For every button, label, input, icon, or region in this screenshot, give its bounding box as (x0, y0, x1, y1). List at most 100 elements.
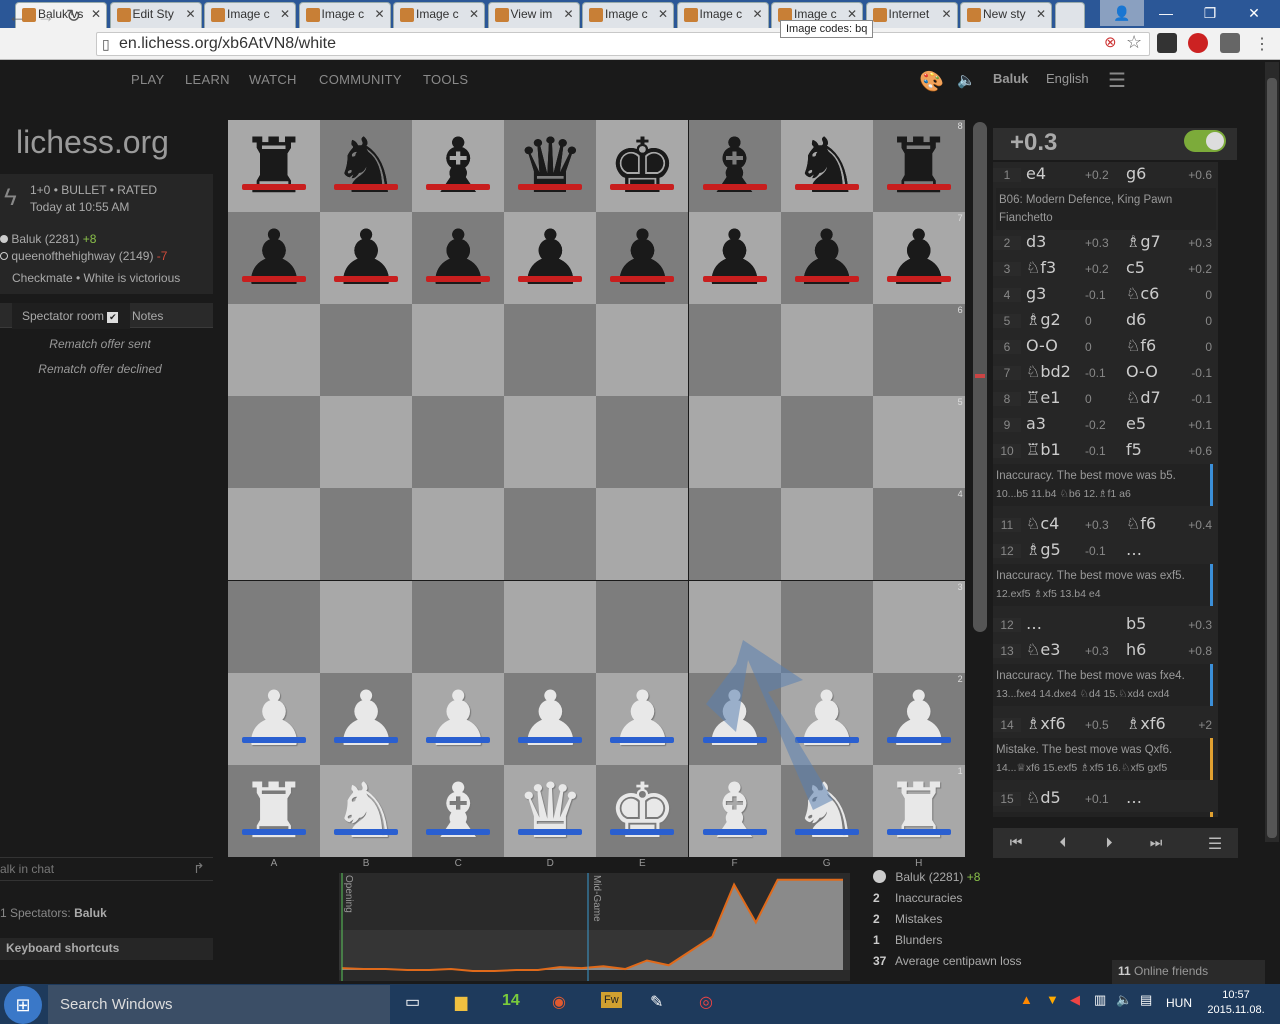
site-logo[interactable]: lichess.org (16, 124, 169, 161)
nav-community[interactable]: COMMUNITY (319, 72, 402, 87)
board-square[interactable] (504, 580, 597, 673)
browser-tab[interactable]: Edit Sty ✕ (109, 2, 202, 28)
board-square[interactable]: ♞ (320, 120, 413, 212)
board-square[interactable] (688, 396, 781, 489)
input-language[interactable]: HUN (1166, 996, 1192, 1010)
black-pawn-icon[interactable]: ♟ (781, 212, 873, 304)
board-square[interactable] (320, 304, 413, 397)
board-square[interactable] (228, 580, 320, 673)
black-move[interactable]: ♘d7 (1126, 388, 1161, 407)
file-explorer-icon[interactable]: ▆ (455, 992, 467, 1012)
back-icon[interactable]: ← (8, 6, 26, 27)
white-move[interactable]: ♘bd2 (1026, 362, 1071, 381)
address-bar[interactable]: ▯ en.lichess.org/xb6AtVN8/white (96, 32, 1150, 56)
reload-icon[interactable]: ↻ (66, 6, 81, 27)
board-square[interactable] (596, 396, 689, 489)
gimp-icon[interactable]: ✎ (650, 992, 663, 1012)
white-move[interactable]: ♗g5 (1026, 540, 1061, 559)
white-move[interactable]: d3 (1026, 232, 1046, 251)
white-move[interactable]: O-O (1026, 336, 1058, 355)
black-knight-icon[interactable]: ♞ (781, 120, 873, 212)
white-knight-icon[interactable]: ♞ (320, 765, 412, 857)
first-move-button[interactable]: ⏮ (996, 834, 1036, 851)
white-pawn-icon[interactable]: ♟ (689, 673, 781, 765)
black-move[interactable]: O-O (1126, 362, 1158, 381)
board-square[interactable] (320, 488, 413, 581)
black-pawn-icon[interactable]: ♟ (504, 212, 596, 304)
engine-toggle[interactable] (1184, 130, 1226, 152)
black-move[interactable]: h6 (1126, 640, 1146, 659)
black-move[interactable]: c5 (1126, 258, 1145, 277)
fireworks-icon[interactable]: Fw (601, 992, 622, 1008)
black-move[interactable]: ♗xf6 (1126, 714, 1166, 733)
tray-icon[interactable]: ▼ (1046, 992, 1059, 1007)
black-pawn-icon[interactable]: ♟ (228, 212, 320, 304)
board-square[interactable] (228, 396, 320, 489)
white-pawn-icon[interactable]: ♟ (596, 673, 688, 765)
white-move[interactable]: ♖b1 (1026, 440, 1061, 459)
nav-play[interactable]: PLAY (131, 72, 164, 87)
nav-watch[interactable]: WATCH (249, 72, 297, 87)
checkbox-icon[interactable]: ✔ (107, 312, 119, 323)
black-move[interactable]: ♘f6 (1126, 336, 1156, 355)
white-move[interactable]: e4 (1026, 164, 1046, 183)
close-tab-icon[interactable]: ✕ (941, 7, 951, 21)
language-link[interactable]: English (1046, 71, 1089, 86)
board-square[interactable] (412, 396, 505, 489)
black-rook-icon[interactable]: ♜ (873, 120, 965, 212)
variation-line[interactable]: 12.exf5 ♗xf5 13.b4 e4 (996, 585, 1207, 603)
board-square[interactable] (228, 488, 320, 581)
last-move-button[interactable]: ⏭ (1136, 834, 1176, 851)
username-link[interactable]: Baluk (993, 71, 1028, 86)
close-tab-icon[interactable]: ✕ (847, 7, 857, 21)
board-scrollbar[interactable] (973, 122, 987, 632)
variation-line[interactable]: 14...♕xf6 15.exf5 ♗xf5 16.♘xf5 gxf5 (996, 759, 1207, 777)
next-move-button[interactable]: ⏵ (1089, 834, 1129, 851)
white-move[interactable]: ♗xf6 (1026, 714, 1066, 733)
avast-icon[interactable]: ▲ (1020, 992, 1033, 1007)
board-square[interactable]: 6 (872, 304, 965, 397)
white-player[interactable]: Baluk (2281) +8 (0, 232, 96, 246)
board-square[interactable]: ♜ (228, 764, 320, 857)
black-pawn-icon[interactable]: ♟ (596, 212, 688, 304)
close-tab-icon[interactable]: ✕ (469, 7, 479, 21)
menu-button[interactable]: ☰ (1195, 834, 1235, 854)
board-square[interactable]: ♟ 2 (872, 672, 965, 765)
black-move[interactable]: … (1126, 540, 1142, 559)
black-bishop-icon[interactable]: ♝ (412, 120, 504, 212)
black-knight-icon[interactable]: ♞ (320, 120, 412, 212)
blocked-icon[interactable]: ⊗ (1104, 33, 1117, 51)
variation-line[interactable]: 13...fxe4 14.dxe4 ♘d4 15.♘xd4 cxd4 (996, 685, 1207, 703)
black-pawn-icon[interactable]: ♟ (320, 212, 412, 304)
board-square[interactable]: ♟ (688, 672, 781, 765)
board-square[interactable]: ♝ (412, 120, 505, 212)
board-square[interactable]: ♟ (780, 672, 873, 765)
app-14-icon[interactable]: 14 (502, 992, 520, 1010)
chrome-menu-icon[interactable]: ⋮ (1254, 34, 1270, 54)
white-pawn-icon[interactable]: ♟ (412, 673, 504, 765)
board-square[interactable] (596, 488, 689, 581)
close-tab-icon[interactable]: ✕ (658, 7, 668, 21)
board-square[interactable] (320, 396, 413, 489)
board-square[interactable] (596, 580, 689, 673)
browser-tab[interactable]: View im ✕ (487, 2, 580, 28)
close-tab-icon[interactable]: ✕ (374, 7, 384, 21)
board-square[interactable] (780, 396, 873, 489)
board-square[interactable]: ♟ (228, 672, 320, 765)
start-button[interactable]: ⊞ (4, 986, 42, 1024)
volume-icon[interactable]: 🔈 (1116, 992, 1132, 1008)
share-icon[interactable]: ↱ (193, 860, 205, 877)
black-rook-icon[interactable]: ♜ (228, 120, 320, 212)
board-square[interactable]: ♛ (504, 764, 597, 857)
white-bishop-icon[interactable]: ♝ (689, 765, 781, 857)
advantage-chart[interactable]: Opening Mid-Game (339, 873, 850, 981)
board-square[interactable]: 3 (872, 580, 965, 673)
keyboard-shortcuts-link[interactable]: Keyboard shortcuts (0, 938, 213, 960)
close-window-button[interactable]: ✕ (1232, 0, 1276, 26)
chrome-icon[interactable]: ◎ (699, 992, 713, 1012)
palette-icon[interactable]: 🎨 (919, 69, 944, 94)
close-tab-icon[interactable]: ✕ (563, 7, 573, 21)
black-pawn-icon[interactable]: ♟ (689, 212, 781, 304)
board-square[interactable]: ♞ (320, 764, 413, 857)
close-tab-icon[interactable]: ✕ (1036, 7, 1046, 21)
